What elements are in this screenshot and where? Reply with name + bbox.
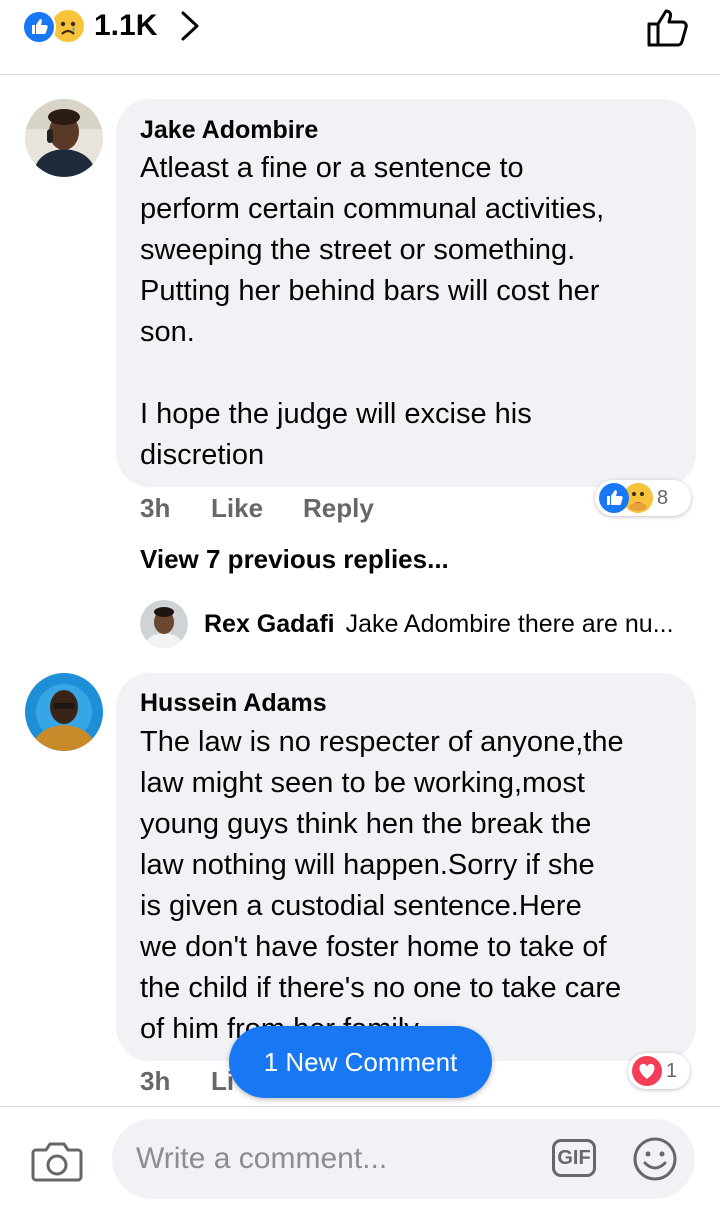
comment-reactions[interactable]: 8 — [595, 480, 691, 516]
like-reaction-icon — [599, 483, 629, 513]
like-reaction-icon — [22, 10, 56, 44]
love-reaction-icon — [632, 1056, 662, 1086]
reply-text: Jake Adombire there are nu... — [345, 610, 674, 638]
gif-icon[interactable]: GIF — [552, 1139, 596, 1177]
avatar[interactable] — [140, 600, 188, 648]
comment-reactions[interactable]: 1 — [628, 1053, 690, 1089]
reaction-count: 1 — [666, 1059, 678, 1082]
like-button[interactable]: Like — [211, 492, 263, 524]
comment-timestamp: 3h — [140, 493, 171, 523]
comment-text-clip: The law is no respecter of anyone,the la… — [116, 720, 696, 1050]
camera-icon[interactable] — [30, 1138, 84, 1189]
comment-timestamp: 3h — [140, 1066, 171, 1096]
comment-text: The law is no respecter of anyone,the la… — [140, 726, 624, 1045]
comment-author[interactable]: Jake Adombire — [140, 114, 318, 146]
comment-author[interactable]: Hussein Adams — [140, 687, 327, 719]
comment-text: Atleast a fine or a sentence to perform … — [140, 152, 605, 471]
new-comment-button[interactable]: 1 New Comment — [229, 1026, 492, 1098]
avatar[interactable] — [25, 99, 103, 177]
reply-button[interactable]: Reply — [303, 492, 374, 524]
emoji-icon[interactable] — [632, 1136, 678, 1187]
thumbs-up-icon[interactable] — [644, 5, 692, 54]
avatar[interactable] — [25, 673, 103, 751]
view-previous-replies-link[interactable]: View 7 previous replies... — [140, 543, 449, 575]
chevron-right-icon[interactable] — [178, 8, 202, 49]
reply-author[interactable]: Rex Gadafi — [204, 610, 335, 638]
reply-preview[interactable]: Rex Gadafi Jake Adombire there are nu... — [204, 608, 674, 640]
comment-input-placeholder[interactable]: Write a comment... — [136, 1141, 387, 1177]
reaction-count[interactable]: 1.1K — [94, 8, 157, 44]
reaction-count: 8 — [657, 486, 669, 509]
